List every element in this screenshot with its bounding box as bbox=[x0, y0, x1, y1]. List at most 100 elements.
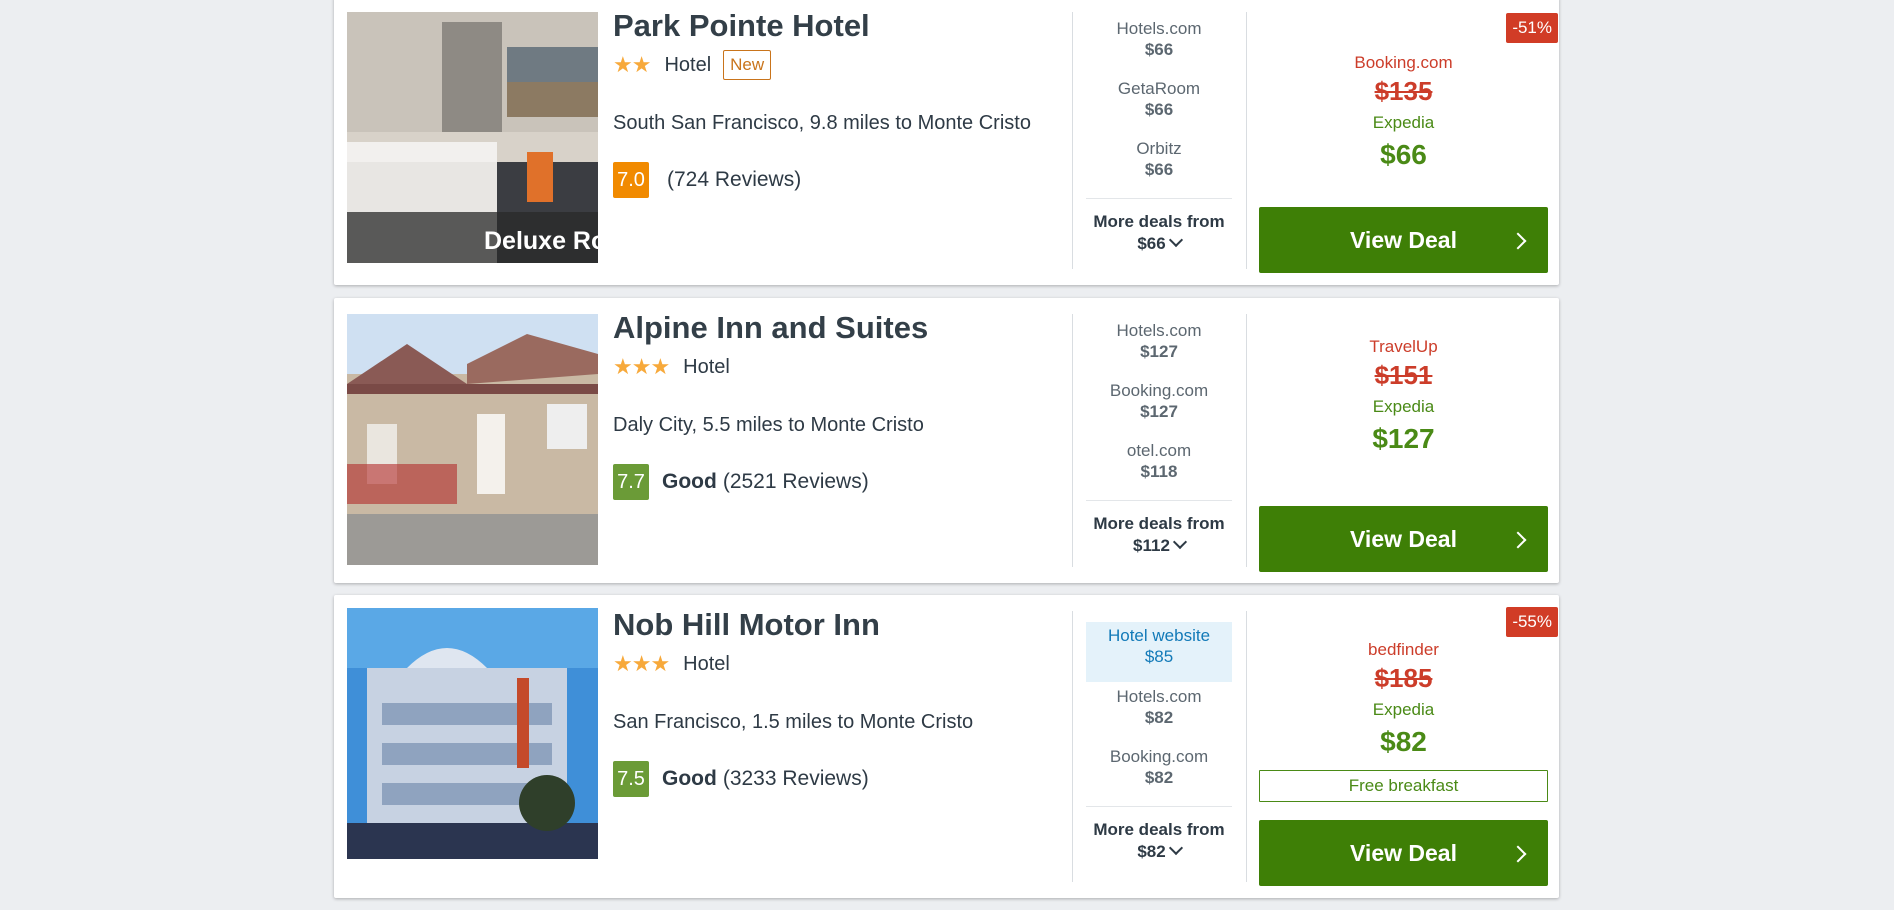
more-deals-button[interactable]: More deals from $112 bbox=[1086, 513, 1232, 557]
deals-separator bbox=[1086, 198, 1232, 199]
hotel-type: Hotel bbox=[683, 652, 730, 675]
deal-price: $66 bbox=[1144, 40, 1174, 59]
deal-price: $127 bbox=[1140, 342, 1178, 361]
more-deals-button[interactable]: More deals from $82 bbox=[1086, 819, 1232, 863]
more-deals-price: $66 bbox=[1137, 234, 1166, 253]
discount-badge: -55% bbox=[1506, 607, 1558, 637]
photo-caption: Deluxe Ro bbox=[484, 227, 598, 255]
chevron-right-icon bbox=[1509, 845, 1527, 863]
deal-provider: Hotels.com bbox=[1116, 321, 1202, 340]
offer-provider: Expedia bbox=[1372, 113, 1435, 132]
deal-item-highlighted[interactable]: Hotel website $85 bbox=[1086, 622, 1232, 682]
strike-price: $151 bbox=[1374, 360, 1433, 390]
divider bbox=[1246, 12, 1247, 269]
hotel-photo[interactable]: Deluxe Ro bbox=[347, 12, 598, 263]
deals-list: Hotels.com $66 GetaRoom $66 Orbitz $66 M… bbox=[1086, 18, 1232, 255]
deal-item[interactable]: Booking.com $82 bbox=[1086, 746, 1232, 806]
hotel-name[interactable]: Alpine Inn and Suites bbox=[613, 308, 1073, 348]
deal-item[interactable]: Hotels.com $66 bbox=[1086, 18, 1232, 78]
hotel-name[interactable]: Park Pointe Hotel bbox=[613, 6, 1073, 46]
rating-row[interactable]: 7.0 (724 Reviews) bbox=[613, 162, 1073, 198]
more-deals-button[interactable]: More deals from $66 bbox=[1086, 211, 1232, 255]
chevron-down-icon bbox=[1172, 534, 1188, 550]
discount-badge: -51% bbox=[1506, 13, 1558, 43]
offer-price: $127 bbox=[1372, 423, 1435, 454]
deal-provider: Hotels.com bbox=[1116, 687, 1202, 706]
offer-price: $66 bbox=[1380, 139, 1427, 170]
offer-price: $82 bbox=[1380, 726, 1427, 757]
strike-price: $185 bbox=[1374, 663, 1433, 693]
deal-item[interactable]: Hotels.com $127 bbox=[1086, 320, 1232, 380]
view-deal-label: View Deal bbox=[1350, 525, 1457, 552]
hotel-location: San Francisco, 1.5 miles to Monte Cristo bbox=[613, 711, 974, 733]
deal-item[interactable]: Booking.com $127 bbox=[1086, 380, 1232, 440]
strike-price: $135 bbox=[1374, 76, 1433, 106]
best-offer: Booking.com $135 Expedia $66 bbox=[1259, 52, 1548, 176]
divider bbox=[1246, 611, 1247, 882]
hotel-name[interactable]: Nob Hill Motor Inn bbox=[613, 605, 1073, 645]
deal-price: $82 bbox=[1144, 708, 1174, 727]
divider bbox=[1072, 611, 1073, 882]
divider bbox=[1246, 314, 1247, 567]
divider bbox=[1072, 314, 1073, 567]
chevron-right-icon bbox=[1509, 232, 1527, 250]
hotel-info: Nob Hill Motor Inn ★★★ Hotel San Francis… bbox=[613, 605, 1073, 797]
deal-price: $118 bbox=[1140, 462, 1178, 481]
strike-provider: TravelUp bbox=[1369, 337, 1438, 356]
chevron-down-icon bbox=[1168, 232, 1183, 248]
hotel-location: South San Francisco, 9.8 miles to Monte … bbox=[613, 112, 1031, 134]
hotel-info: Alpine Inn and Suites ★★★ Hotel Daly Cit… bbox=[613, 308, 1073, 500]
hotel-meta: ★★ Hotel New bbox=[613, 48, 1073, 82]
rating-word: Good bbox=[662, 470, 717, 493]
deals-list: Hotels.com $127 Booking.com $127 otel.co… bbox=[1086, 320, 1232, 557]
rating-row[interactable]: 7.5 Good (3233 Reviews) bbox=[613, 761, 1073, 797]
deal-item[interactable]: Hotels.com $82 bbox=[1086, 686, 1232, 746]
hotel-type: Hotel bbox=[683, 355, 730, 378]
view-deal-button[interactable]: View Deal bbox=[1259, 207, 1548, 273]
review-count: (2521 Reviews) bbox=[722, 470, 869, 493]
review-count: (3233 Reviews) bbox=[722, 767, 869, 790]
view-deal-button[interactable]: View Deal bbox=[1259, 506, 1548, 572]
deal-item[interactable]: otel.com $118 bbox=[1086, 440, 1232, 500]
view-deal-button[interactable]: View Deal bbox=[1259, 820, 1548, 886]
hotel-location: Daly City, 5.5 miles to Monte Cristo bbox=[613, 414, 924, 436]
hotel-card: Deluxe Ro Park Pointe Hotel ★★ Hotel New… bbox=[334, 0, 1559, 285]
offer-provider: Expedia bbox=[1372, 397, 1435, 416]
chevron-right-icon bbox=[1509, 531, 1527, 549]
deal-price: $85 bbox=[1144, 647, 1174, 666]
deal-item[interactable]: Orbitz $66 bbox=[1086, 138, 1232, 198]
more-deals-label: More deals from bbox=[1093, 212, 1225, 231]
deal-provider: otel.com bbox=[1126, 441, 1192, 460]
deal-price: $66 bbox=[1144, 100, 1174, 119]
deal-price: $66 bbox=[1144, 160, 1174, 179]
rating-word: Good bbox=[662, 767, 717, 790]
view-deal-label: View Deal bbox=[1350, 226, 1457, 253]
deal-provider: Hotel website bbox=[1107, 626, 1211, 645]
more-deals-price: $82 bbox=[1137, 842, 1166, 861]
strike-provider: bedfinder bbox=[1368, 640, 1439, 659]
deal-provider: Hotels.com bbox=[1116, 19, 1202, 38]
hotel-type: Hotel bbox=[664, 53, 712, 76]
deal-provider: GetaRoom bbox=[1117, 79, 1201, 98]
star-rating-icon: ★★ bbox=[613, 52, 651, 77]
star-rating-icon: ★★★ bbox=[613, 354, 670, 379]
deals-list: Hotel website $85 Hotels.com $82 Booking… bbox=[1086, 622, 1232, 863]
hotel-card: Alpine Inn and Suites ★★★ Hotel Daly Cit… bbox=[334, 298, 1559, 583]
hotel-info: Park Pointe Hotel ★★ Hotel New South San… bbox=[613, 6, 1073, 198]
hotel-meta: ★★★ Hotel bbox=[613, 350, 1073, 384]
hotel-meta: ★★★ Hotel bbox=[613, 647, 1073, 681]
deal-price: $127 bbox=[1140, 402, 1178, 421]
deal-provider: Orbitz bbox=[1136, 139, 1182, 158]
new-badge: New bbox=[723, 50, 772, 80]
deal-item[interactable]: GetaRoom $66 bbox=[1086, 78, 1232, 138]
hotel-photo[interactable] bbox=[347, 314, 598, 565]
view-deal-label: View Deal bbox=[1350, 839, 1457, 866]
hotel-photo[interactable] bbox=[347, 608, 598, 859]
free-breakfast-tag: Free breakfast bbox=[1259, 770, 1548, 802]
best-offer: bedfinder $185 Expedia $82 Free breakfas… bbox=[1259, 639, 1548, 802]
rating-row[interactable]: 7.7 Good (2521 Reviews) bbox=[613, 464, 1073, 500]
hotel-card: Nob Hill Motor Inn ★★★ Hotel San Francis… bbox=[334, 595, 1559, 898]
deal-provider: Booking.com bbox=[1109, 747, 1209, 766]
score-badge: 7.7 bbox=[613, 464, 649, 500]
review-count: (724 Reviews) bbox=[667, 168, 802, 191]
